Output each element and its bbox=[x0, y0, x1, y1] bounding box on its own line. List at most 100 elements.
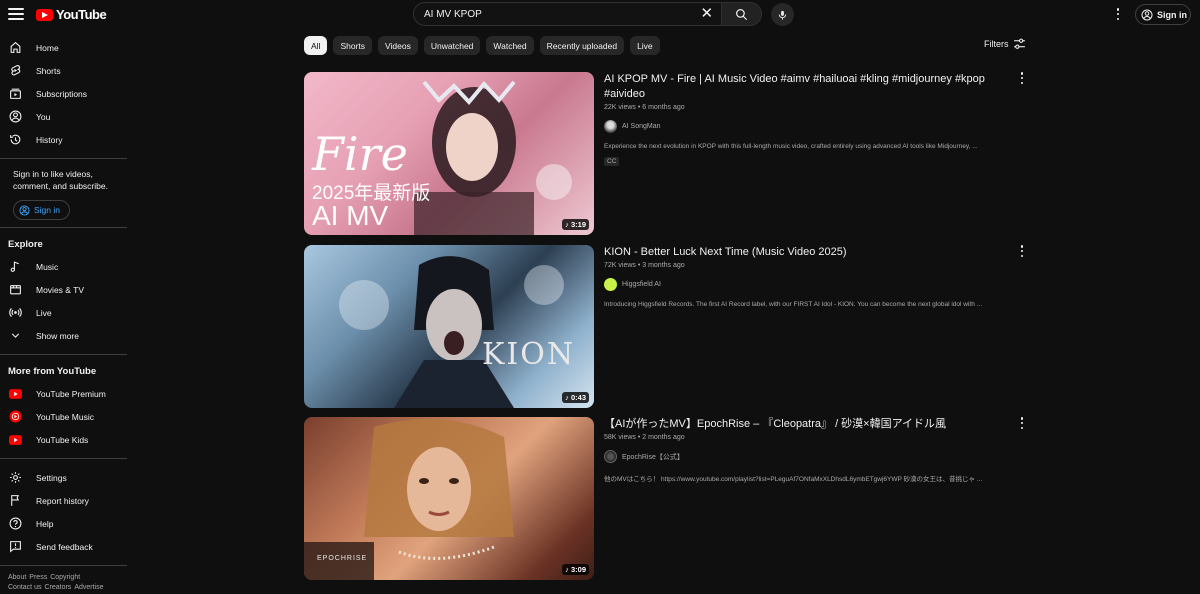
channel-name: AI SongMan bbox=[622, 123, 661, 130]
search-box: ✕ bbox=[413, 2, 723, 26]
footer-link-advertise[interactable]: Advertise bbox=[74, 584, 103, 591]
account-icon bbox=[19, 204, 30, 216]
chip-watched[interactable]: Watched bbox=[486, 36, 534, 55]
sidebar-item-label: YouTube Music bbox=[36, 411, 94, 422]
sidebar-item-show-more[interactable]: Show more bbox=[0, 324, 127, 347]
more-actions-icon[interactable] bbox=[1018, 72, 1026, 84]
youtube-music-icon bbox=[9, 410, 22, 423]
sidebar-item-label: YouTube Kids bbox=[36, 434, 89, 445]
sidebar-item-send-feedback[interactable]: Send feedback bbox=[0, 535, 127, 558]
logo-text: YouTube bbox=[56, 7, 107, 22]
sidebar-item-report-history[interactable]: Report history bbox=[0, 489, 127, 512]
cc-badge: CC bbox=[604, 157, 620, 166]
video-meta: 72K views • 3 months ago bbox=[604, 262, 685, 269]
sidebar-item-movies[interactable]: Movies & TV bbox=[0, 278, 127, 301]
chip-shorts[interactable]: Shorts bbox=[333, 36, 373, 55]
chip-live[interactable]: Live bbox=[630, 36, 660, 55]
channel-avatar bbox=[604, 278, 617, 291]
video-thumbnail[interactable]: KION ♪ 0:43 bbox=[304, 245, 594, 408]
more-actions-icon[interactable] bbox=[1018, 245, 1026, 257]
signin-button[interactable]: Sign in bbox=[1135, 4, 1191, 25]
sidebar-item-label: Home bbox=[36, 42, 59, 53]
help-icon bbox=[9, 517, 22, 530]
clear-search-icon[interactable]: ✕ bbox=[701, 6, 714, 22]
account-icon bbox=[1141, 9, 1153, 20]
sidebar-item-settings[interactable]: Settings bbox=[0, 466, 127, 489]
history-icon bbox=[9, 133, 22, 146]
video-duration: ♪ 0:43 bbox=[562, 392, 589, 403]
hamburger-menu-icon[interactable] bbox=[8, 6, 24, 22]
search-bar: ✕ bbox=[413, 2, 762, 26]
sidebar-item-live[interactable]: Live bbox=[0, 301, 127, 324]
signin-label: Sign in bbox=[1157, 9, 1187, 20]
sidebar-item-history[interactable]: History bbox=[0, 128, 127, 151]
video-info: 【AIが作ったMV】EpochRise – 『Cleopatra』 / 砂漠×韓… bbox=[604, 417, 1009, 483]
youtube-kids-icon bbox=[9, 433, 22, 446]
sidebar-item-youtube-music[interactable]: YouTube Music bbox=[0, 405, 127, 428]
video-info: AI KPOP MV - Fire | AI Music Video #aimv… bbox=[604, 72, 1009, 168]
video-duration: ♪ 3:09 bbox=[562, 564, 589, 575]
footer-link-copyright[interactable]: Copyright bbox=[50, 574, 80, 581]
filters-button[interactable]: Filters bbox=[984, 38, 1026, 50]
sidebar-main-section: Home Shorts Subscriptions You History bbox=[0, 36, 127, 151]
youtube-logo[interactable]: YouTube bbox=[36, 7, 107, 22]
footer-link-contact[interactable]: Contact us bbox=[8, 584, 41, 591]
sidebar-item-label: Help bbox=[36, 518, 54, 529]
sidebar-signin-button[interactable]: Sign in bbox=[13, 200, 70, 220]
footer-link-creators[interactable]: Creators bbox=[44, 584, 71, 591]
feedback-icon bbox=[9, 540, 22, 553]
sidebar-item-youtube-kids[interactable]: YouTube Kids bbox=[0, 428, 127, 451]
chip-videos[interactable]: Videos bbox=[378, 36, 418, 55]
more-from-youtube-heading: More from YouTube bbox=[8, 366, 97, 377]
filter-chips: All Shorts Videos Unwatched Watched Rece… bbox=[304, 36, 660, 55]
sidebar-item-label: You bbox=[36, 111, 51, 122]
movies-icon bbox=[9, 283, 22, 296]
video-title[interactable]: AI KPOP MV - Fire | AI Music Video #aimv… bbox=[604, 72, 1009, 102]
video-title[interactable]: KION - Better Luck Next Time (Music Vide… bbox=[604, 245, 1009, 260]
sidebar-item-music[interactable]: Music bbox=[0, 255, 127, 278]
channel-link[interactable]: Higgsfield AI bbox=[604, 278, 1009, 291]
filter-sliders-icon bbox=[1013, 38, 1025, 49]
you-icon bbox=[9, 110, 22, 123]
more-actions-icon[interactable] bbox=[1018, 417, 1026, 429]
channel-link[interactable]: AI SongMan bbox=[604, 120, 1009, 133]
sidebar-item-label: Music bbox=[36, 261, 59, 272]
video-thumbnail[interactable]: EPOCHRISE ♪ 3:09 bbox=[304, 417, 594, 580]
sidebar-item-youtube-premium[interactable]: YouTube Premium bbox=[0, 382, 127, 405]
settings-dots-icon[interactable] bbox=[1113, 7, 1123, 21]
search-input[interactable] bbox=[424, 8, 684, 20]
search-button[interactable] bbox=[722, 2, 762, 26]
footer-link-about[interactable]: About bbox=[8, 574, 26, 581]
channel-link[interactable]: EpochRise【公式】 bbox=[604, 450, 1009, 463]
subscriptions-icon bbox=[9, 87, 22, 100]
divider bbox=[0, 354, 127, 355]
chip-unwatched[interactable]: Unwatched bbox=[423, 36, 481, 55]
sidebar-item-subscriptions[interactable]: Subscriptions bbox=[0, 82, 127, 105]
voice-search-button[interactable] bbox=[771, 3, 794, 26]
sidebar-item-you[interactable]: You bbox=[0, 105, 127, 128]
sidebar-item-home[interactable]: Home bbox=[0, 36, 127, 59]
footer-link-press[interactable]: Press bbox=[29, 574, 47, 581]
sidebar-item-shorts[interactable]: Shorts bbox=[0, 59, 127, 82]
search-icon bbox=[736, 8, 748, 20]
sidebar-item-label: Send feedback bbox=[36, 541, 93, 552]
video-meta: 58K views • 2 months ago bbox=[604, 434, 685, 441]
sidebar-item-label: Shorts bbox=[36, 65, 61, 76]
chip-all[interactable]: All bbox=[304, 36, 328, 55]
divider bbox=[0, 158, 127, 159]
live-icon bbox=[9, 306, 22, 319]
youtube-premium-icon bbox=[9, 387, 22, 400]
thumbnail-brand-text: EPOCHRISE bbox=[317, 555, 368, 562]
explore-heading: Explore bbox=[8, 239, 43, 250]
signin-label: Sign in bbox=[34, 205, 60, 215]
divider bbox=[0, 565, 127, 566]
sidebar-item-help[interactable]: Help bbox=[0, 512, 127, 535]
video-title[interactable]: 【AIが作ったMV】EpochRise – 『Cleopatra』 / 砂漠×韓… bbox=[604, 417, 1009, 432]
sidebar: Home Shorts Subscriptions You History Si… bbox=[0, 36, 127, 594]
sidebar-item-label: History bbox=[36, 134, 63, 145]
channel-name: Higgsfield AI bbox=[622, 281, 661, 288]
flag-icon bbox=[9, 494, 22, 507]
chip-recently-uploaded[interactable]: Recently uploaded bbox=[539, 36, 625, 55]
video-thumbnail[interactable]: Fire 2025年最新版 AI MV ♪ 3:19 bbox=[304, 72, 594, 235]
channel-avatar bbox=[604, 450, 617, 463]
